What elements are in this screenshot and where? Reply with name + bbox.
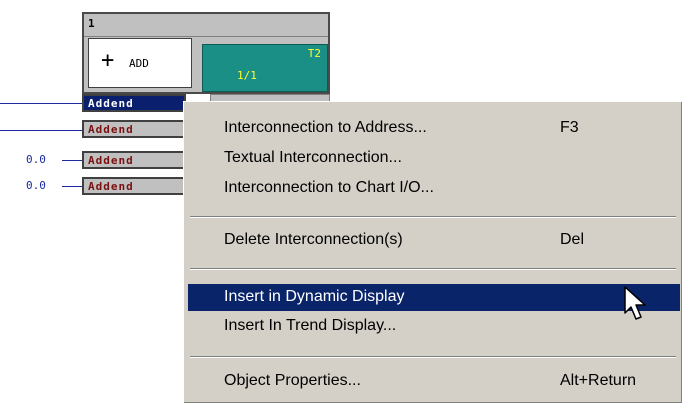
task-id: T2 — [307, 47, 321, 60]
input-value-3: 0.0 — [26, 153, 46, 166]
input-wire-4[interactable] — [62, 186, 82, 187]
menu-item-interconnection-to-chart-io[interactable]: Interconnection to Chart I/O... — [188, 175, 680, 202]
block-type-box[interactable]: + ADD — [88, 38, 192, 88]
menu-item-insert-trend-display[interactable]: Insert In Trend Display... — [188, 313, 680, 340]
function-block[interactable]: 1 + ADD T2 1/1 — [82, 12, 330, 94]
menu-item-interconnection-to-address[interactable]: Interconnection to Address... F3 — [188, 115, 680, 142]
menu-separator — [190, 216, 676, 218]
input-pin-addend-2[interactable]: Addend — [82, 120, 186, 138]
input-pin-addend-3[interactable]: Addend — [82, 151, 186, 169]
arrow-cursor-icon — [624, 286, 646, 320]
input-pin-label: Addend — [88, 97, 134, 110]
input-wire-1[interactable] — [0, 103, 82, 104]
input-pin-label: Addend — [88, 180, 134, 193]
menu-separator — [190, 356, 676, 358]
plus-icon: + — [101, 48, 115, 73]
input-pin-addend-4[interactable]: Addend — [82, 177, 186, 195]
menu-item-textual-interconnection[interactable]: Textual Interconnection... — [188, 145, 680, 172]
block-number: 1 — [88, 17, 95, 30]
context-menu: Interconnection to Address... F3 Textual… — [183, 101, 682, 403]
menu-separator — [190, 268, 676, 270]
input-pin-label: Addend — [88, 123, 134, 136]
menu-item-object-properties[interactable]: Object Properties... Alt+Return — [188, 368, 680, 395]
input-value-4: 0.0 — [26, 179, 46, 192]
block-header: 1 — [84, 14, 328, 37]
input-pin-addend-1[interactable]: Addend — [82, 94, 186, 112]
input-wire-3[interactable] — [62, 160, 82, 161]
menu-item-insert-dynamic-display[interactable]: Insert in Dynamic Display — [188, 284, 680, 311]
input-wire-2[interactable] — [0, 130, 82, 131]
task-ratio: 1/1 — [237, 69, 257, 82]
input-pin-label: Addend — [88, 154, 134, 167]
block-task-info: T2 1/1 — [202, 44, 328, 92]
menu-item-delete-interconnections[interactable]: Delete Interconnection(s) Del — [188, 227, 680, 254]
block-type-label: ADD — [129, 57, 149, 70]
